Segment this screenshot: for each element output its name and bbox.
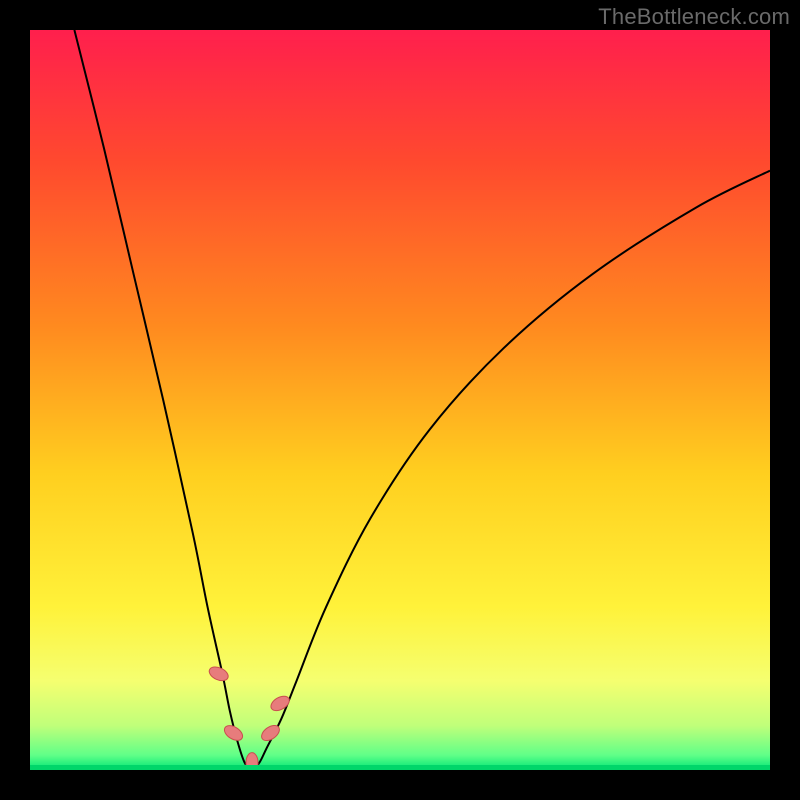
chart-frame: TheBottleneck.com xyxy=(0,0,800,800)
baseline-green-strip xyxy=(30,765,770,770)
watermark-text: TheBottleneck.com xyxy=(598,4,790,30)
chart-svg xyxy=(30,30,770,770)
plot-area xyxy=(30,30,770,770)
gradient-background xyxy=(30,30,770,770)
